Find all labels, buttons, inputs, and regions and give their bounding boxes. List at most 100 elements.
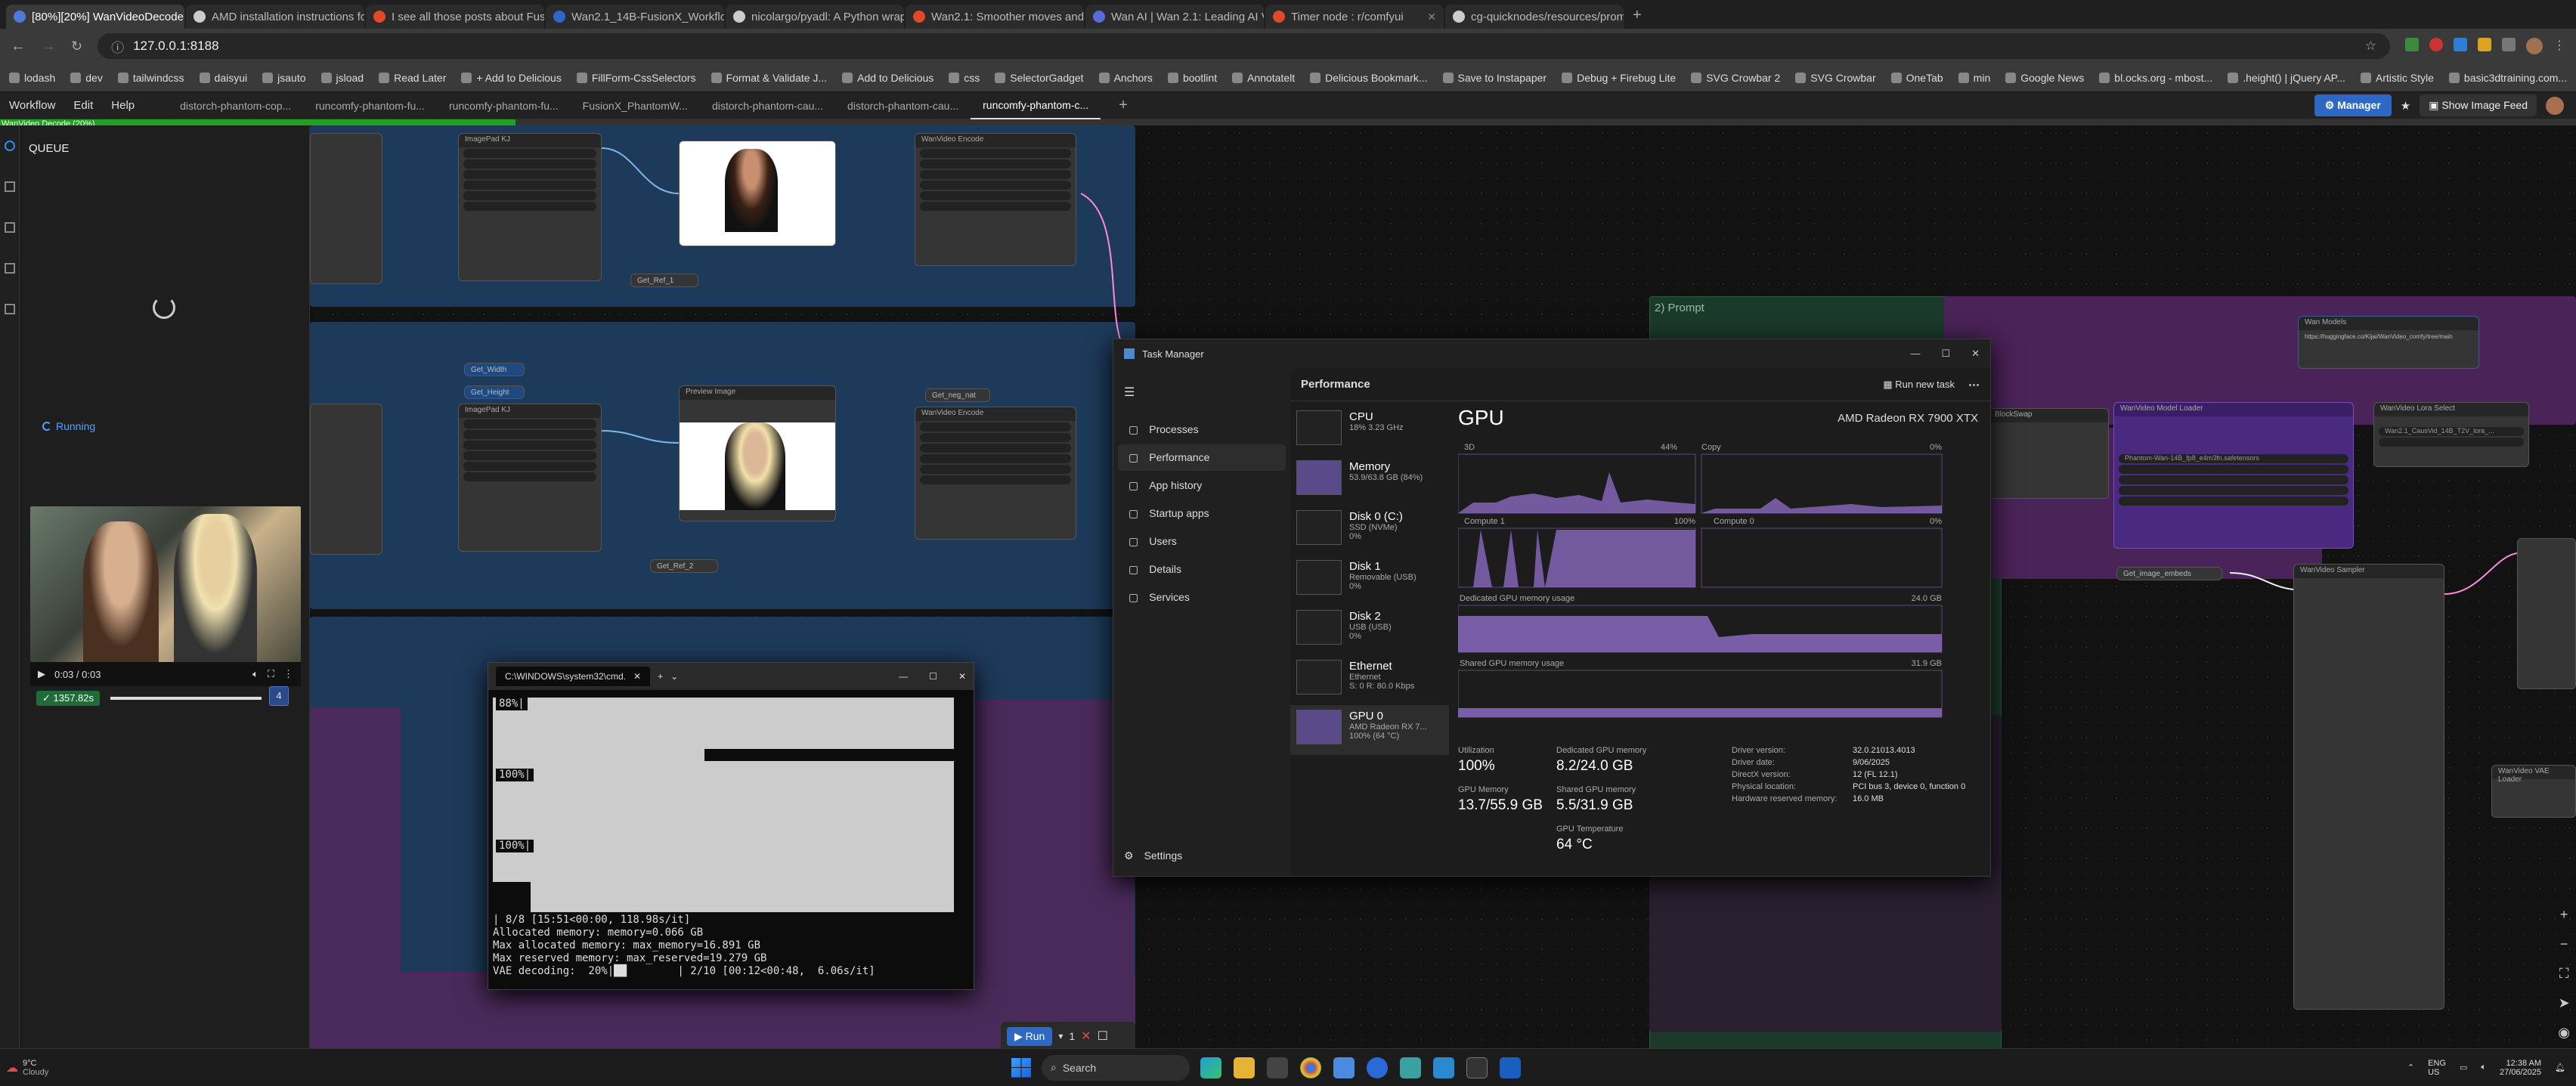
- node-widget[interactable]: [920, 433, 1071, 442]
- vae-loader-node[interactable]: WanVideo VAE Loader: [2491, 765, 2576, 818]
- tm-nav-item[interactable]: ▢ Processes: [1118, 416, 1286, 443]
- node-widget[interactable]: [2119, 475, 2348, 484]
- menu-help[interactable]: Help: [111, 99, 135, 112]
- new-tab-icon[interactable]: +: [1633, 7, 1642, 24]
- bookmark-item[interactable]: OneTab: [1890, 72, 1943, 84]
- cmd-tab-close-icon[interactable]: ✕: [633, 671, 641, 682]
- wan-encode-node-1[interactable]: WanVideo Encode: [915, 133, 1076, 266]
- menu-edit[interactable]: Edit: [73, 99, 93, 112]
- node-widget[interactable]: [463, 419, 596, 429]
- browser-tab[interactable]: Timer node : r/comfyui ✕: [1265, 5, 1444, 29]
- templates-icon[interactable]: [5, 304, 15, 314]
- workflow-tab[interactable]: runcomfy-phantom-fu...: [437, 92, 571, 119]
- app-icon-edge2[interactable]: [1433, 1057, 1454, 1078]
- bookmark-item[interactable]: SelectorGadget: [995, 72, 1084, 84]
- minimize-icon[interactable]: —: [1910, 348, 1920, 360]
- node-widget[interactable]: [463, 202, 596, 211]
- app-icon-outlook[interactable]: [1500, 1057, 1521, 1078]
- bookmark-item[interactable]: Annotatelt: [1232, 72, 1295, 84]
- tm-nav-item[interactable]: ▢ Details: [1118, 556, 1286, 583]
- new-tab-icon[interactable]: +: [658, 671, 663, 682]
- star-icon[interactable]: ★: [2401, 99, 2410, 113]
- maximize-icon[interactable]: ☐: [929, 671, 937, 682]
- bookmark-item[interactable]: SVG Crowbar 2: [1691, 72, 1780, 84]
- url-input[interactable]: ⓘ 127.0.0.1:8188 ☆: [98, 33, 2390, 59]
- bookmark-item[interactable]: Format & Validate J...: [711, 72, 827, 84]
- app-icon-store[interactable]: [1267, 1057, 1288, 1078]
- fit-view-icon[interactable]: ⛶: [2559, 966, 2569, 982]
- bookmark-item[interactable]: bootlint: [1167, 72, 1217, 84]
- resource-item[interactable]: Disk 0 (C:) SSD (NVMe) 0%: [1290, 506, 1449, 555]
- get-width-node[interactable]: Get_Width: [464, 363, 525, 376]
- app-icon-snip[interactable]: [1400, 1057, 1421, 1078]
- clock[interactable]: 12:38 AM 27/06/2025: [2500, 1059, 2541, 1077]
- network-icon[interactable]: ▭: [2460, 1063, 2467, 1072]
- node-widget[interactable]: [463, 472, 596, 481]
- cancel-run-icon[interactable]: ✕: [1081, 1029, 1091, 1044]
- minimize-icon[interactable]: —: [899, 671, 908, 682]
- menu-dots-icon[interactable]: ⋮: [2553, 38, 2565, 54]
- tab-close-icon[interactable]: ✕: [1427, 11, 1436, 23]
- node-widget[interactable]: [920, 444, 1071, 453]
- add-tab-icon[interactable]: +: [1119, 97, 1128, 114]
- forward-icon[interactable]: →: [41, 38, 56, 55]
- tm-nav-item[interactable]: ▢ App history: [1118, 472, 1286, 499]
- browser-tab[interactable]: Wan2.1_14B-FusionX_Workflow✕: [546, 5, 724, 29]
- close-icon[interactable]: ✕: [1971, 348, 1980, 360]
- bookmark-item[interactable]: jsauto: [262, 72, 306, 84]
- extension-icon[interactable]: [2429, 38, 2443, 51]
- node-widget[interactable]: [463, 441, 596, 450]
- hamburger-icon[interactable]: ☰: [1124, 385, 1280, 400]
- preview-node-1[interactable]: [679, 141, 836, 246]
- fullscreen-icon[interactable]: ⛶: [268, 668, 274, 680]
- batch-count-input[interactable]: 1: [1069, 1030, 1075, 1042]
- node-widget[interactable]: [920, 475, 1071, 484]
- node-widget[interactable]: [463, 159, 596, 169]
- node-widget[interactable]: [463, 430, 596, 439]
- video-preview[interactable]: [30, 506, 301, 662]
- zoom-in-icon[interactable]: +: [2560, 907, 2568, 923]
- run-dropdown-icon[interactable]: ▾: [1058, 1031, 1063, 1041]
- tm-nav-item[interactable]: ▢ Services: [1118, 584, 1286, 611]
- app-icon-photos[interactable]: [1333, 1057, 1355, 1078]
- get-neg-node[interactable]: Get_neg_nat: [925, 388, 990, 402]
- bookmark-item[interactable]: basic3dtraining.com...: [2448, 72, 2567, 84]
- queue-icon[interactable]: [5, 141, 15, 151]
- extension-icon[interactable]: [2478, 38, 2491, 51]
- bookmark-item[interactable]: bl.ocks.org - mbost...: [2099, 72, 2212, 84]
- bookmark-item[interactable]: css: [949, 72, 980, 84]
- node-widget[interactable]: [463, 462, 596, 471]
- reload-icon[interactable]: ↻: [71, 39, 82, 54]
- bookmark-item[interactable]: dev: [70, 72, 103, 84]
- node-widget[interactable]: [463, 170, 596, 179]
- maximize-icon[interactable]: ☐: [1941, 348, 1950, 360]
- start-icon[interactable]: [1011, 1057, 1031, 1078]
- model-loader-node[interactable]: WanVideo Model Loader Phantom-Wan-14B_fp…: [2113, 402, 2354, 549]
- tm-settings[interactable]: ⚙ Settings: [1124, 849, 1182, 862]
- node-widget[interactable]: [920, 422, 1071, 432]
- node-widget[interactable]: [2119, 497, 2348, 506]
- node-widget[interactable]: [463, 181, 596, 190]
- app-icon-chrome[interactable]: [1300, 1057, 1321, 1078]
- bookmark-item[interactable]: tailwindcss: [117, 72, 184, 84]
- workflow-tab[interactable]: runcomfy-phantom-c...: [971, 92, 1101, 119]
- bookmark-item[interactable]: Anchors: [1098, 72, 1153, 84]
- lora-select-node[interactable]: WanVideo Lora Select Wan2.1_CausVid_14B_…: [2373, 402, 2529, 467]
- bookmark-item[interactable]: jsload: [320, 72, 364, 84]
- video-menu-icon[interactable]: ⋮: [283, 668, 293, 680]
- weather-widget[interactable]: ☁ 9°C Cloudy: [0, 1059, 151, 1077]
- select-icon[interactable]: ➤: [2559, 995, 2570, 1011]
- model-name-widget[interactable]: Phantom-Wan-14B_fp8_e4m3fn.safetensors: [2119, 454, 2348, 463]
- get-height-node[interactable]: Get_Height: [464, 385, 525, 399]
- bookmark-item[interactable]: FillForm-CssSelectors: [576, 72, 696, 84]
- browser-tab[interactable]: I see all those posts about Fusio✕: [366, 5, 544, 29]
- node-widget[interactable]: [463, 149, 596, 158]
- wan-models-node[interactable]: Wan Models https://huggingface.co/Kijai/…: [2298, 316, 2479, 369]
- menu-workflow[interactable]: Workflow: [9, 99, 55, 112]
- node-widget[interactable]: [2379, 438, 2524, 447]
- node-widget[interactable]: [920, 159, 1071, 169]
- app-icon-terminal[interactable]: [1466, 1057, 1488, 1078]
- browser-tab[interactable]: cg-quicknodes/resources/prom✕: [1445, 5, 1624, 29]
- bookmark-item[interactable]: min: [1958, 72, 1990, 84]
- resource-item[interactable]: Disk 2 USB (USB) 0%: [1290, 605, 1449, 655]
